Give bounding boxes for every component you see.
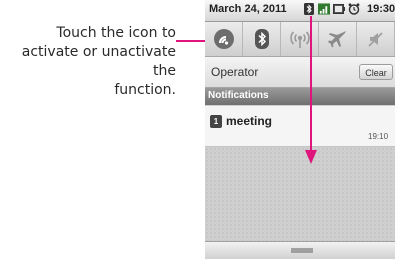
notification-title: meeting xyxy=(226,114,273,128)
grip-icon[interactable] xyxy=(291,248,313,253)
gps-icon xyxy=(289,31,310,48)
battery-icon xyxy=(333,3,345,15)
signal-icon xyxy=(318,3,330,15)
wifi-toggle[interactable] xyxy=(205,22,243,56)
wifi-icon xyxy=(213,29,234,49)
notifications-header-label: Notifications xyxy=(208,90,269,101)
notification-empty-area xyxy=(205,147,395,241)
callout-text: Touch the icon to activate or unactivate… xyxy=(0,24,176,100)
bluetooth-icon xyxy=(254,29,269,49)
bluetooth-toggle[interactable] xyxy=(243,22,281,56)
status-bar[interactable]: March 24, 2011 19:30 xyxy=(205,0,395,22)
bluetooth-status-icon xyxy=(303,3,315,15)
callout-line-1: Touch the icon to xyxy=(56,25,176,41)
phone-screen: March 24, 2011 19:30 Operator Clear Noti… xyxy=(205,0,395,259)
drag-handle-bar[interactable] xyxy=(205,241,395,259)
callout-line-2: activate or unactivate the xyxy=(21,44,176,79)
page: Touch the icon to activate or unactivate… xyxy=(0,0,395,259)
status-icons xyxy=(303,3,360,15)
status-time: 19:30 xyxy=(367,3,395,15)
calendar-icon: 1 xyxy=(210,115,222,128)
status-date: March 24, 2011 xyxy=(209,3,287,15)
clear-button[interactable]: Clear xyxy=(359,64,393,80)
notification-time: 19:10 xyxy=(368,132,389,141)
alarm-icon xyxy=(348,3,360,15)
airplane-icon xyxy=(327,31,346,48)
operator-row: Operator Clear xyxy=(205,57,395,88)
silent-toggle[interactable] xyxy=(357,22,395,56)
operator-label: Operator xyxy=(211,65,259,79)
silent-icon xyxy=(367,32,383,47)
notification-item[interactable]: 1 meeting 19:10 xyxy=(205,106,395,147)
airplane-toggle[interactable] xyxy=(319,22,357,56)
gps-toggle[interactable] xyxy=(281,22,319,56)
notifications-header: Notifications xyxy=(205,88,395,105)
quick-toggles-bar xyxy=(205,22,395,57)
callout-line-3: function. xyxy=(114,82,176,98)
